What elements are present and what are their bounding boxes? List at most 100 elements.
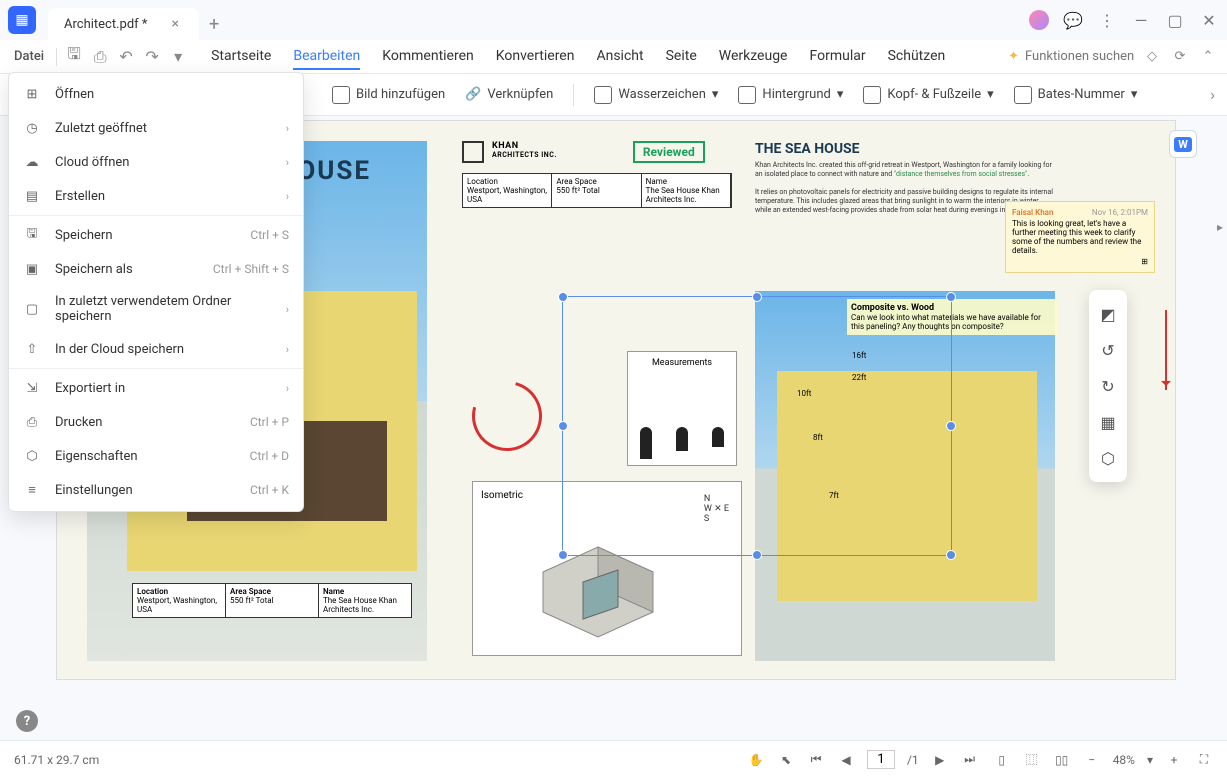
tool-watermark[interactable]: Wasserzeichen▾	[594, 86, 718, 104]
zoom-dropdown-icon[interactable]: ▾	[1147, 753, 1153, 767]
reviewed-badge: Reviewed	[633, 141, 705, 163]
tab-schuetzen[interactable]: Schützen	[888, 44, 946, 70]
menu-recent-folder[interactable]: ▢In zuletzt verwendetem Ordner speichern…	[9, 286, 303, 332]
next-page-icon[interactable]: ▶	[931, 751, 949, 769]
settings-icon: ≡	[23, 481, 41, 499]
view-single-icon[interactable]: ▯	[993, 751, 1011, 769]
tab-werkzeuge[interactable]: Werkzeuge	[719, 44, 788, 70]
menu-save[interactable]: 🖫SpeichernCtrl + S	[9, 218, 303, 252]
handle-mr[interactable]	[946, 421, 956, 431]
annotation-circle	[459, 368, 555, 464]
tab-konvertieren[interactable]: Konvertieren	[496, 44, 575, 70]
avatar-icon[interactable]	[1029, 10, 1049, 30]
image-icon	[332, 86, 350, 104]
menu-save-as[interactable]: ▣Speichern alsCtrl + Shift + S	[9, 252, 303, 286]
minimize-button[interactable]: —	[1131, 10, 1151, 30]
close-icon[interactable]: ×	[172, 16, 179, 32]
replace-image-icon[interactable]: ▦	[1089, 404, 1127, 440]
export-icon: ⇲	[23, 379, 41, 397]
tab-seite[interactable]: Seite	[666, 44, 697, 70]
menu-cloud-save[interactable]: ⇧In der Cloud speichern›	[9, 332, 303, 366]
tool-bates[interactable]: Bates-Nummer▾	[1014, 86, 1138, 104]
menu-open[interactable]: ⊞Öffnen	[9, 77, 303, 111]
add-icon[interactable]: ⊞	[1012, 257, 1148, 266]
separator	[9, 368, 303, 369]
background-icon	[738, 86, 756, 104]
menu-cloud-open[interactable]: ☁Cloud öffnen›	[9, 145, 303, 179]
handle-ml[interactable]	[558, 421, 568, 431]
save-icon[interactable]: 🖫	[63, 46, 85, 68]
tab-startseite[interactable]: Startseite	[211, 44, 271, 70]
tool-add-image[interactable]: Bild hinzufügen	[332, 86, 445, 104]
print-icon[interactable]: ⎙	[89, 46, 111, 68]
last-page-icon[interactable]: ⏭	[961, 751, 979, 769]
page-total: /1	[907, 753, 919, 767]
new-tab-button[interactable]: +	[209, 14, 219, 35]
file-menu-button[interactable]: Datei	[8, 45, 50, 68]
dropdown-icon[interactable]: ▾	[167, 46, 189, 68]
crop-icon[interactable]: ◩	[1089, 296, 1127, 332]
chevron-right-icon: ›	[286, 190, 289, 203]
tab-formular[interactable]: Formular	[810, 44, 866, 70]
tool-header-footer[interactable]: Kopf- & Fußzeile▾	[863, 86, 993, 104]
comment-note[interactable]: Faisal KhanNov 16, 2:01PM This is lookin…	[1005, 201, 1155, 273]
handle-tr[interactable]	[946, 292, 956, 302]
more-tools-icon[interactable]: ›	[1210, 85, 1215, 104]
handle-br[interactable]	[946, 550, 956, 560]
page-input[interactable]	[867, 750, 895, 769]
tool-background[interactable]: Hintergrund▾	[738, 86, 843, 104]
document-tab[interactable]: Architect.pdf * ×	[48, 8, 199, 40]
search-input[interactable]	[1025, 49, 1135, 64]
handle-bl[interactable]	[558, 550, 568, 560]
fullscreen-icon[interactable]: ⛶	[1195, 751, 1213, 769]
export-word-badge[interactable]: W	[1169, 130, 1197, 158]
logo-icon	[462, 141, 484, 163]
folder-icon: ▢	[23, 300, 41, 318]
chevron-down-icon: ▾	[1131, 87, 1138, 102]
sea-house-title: THE SEA HOUSE	[755, 141, 1055, 157]
plus-icon: ⊞	[23, 85, 41, 103]
chat-icon[interactable]: 💬	[1063, 10, 1083, 30]
redo-icon[interactable]: ↷	[141, 46, 163, 68]
maximize-button[interactable]: ▢	[1165, 10, 1185, 30]
tab-bearbeiten[interactable]: Bearbeiten	[293, 44, 360, 70]
undo-icon[interactable]: ↶	[115, 46, 137, 68]
view-continuous-icon[interactable]: ⿲	[1023, 751, 1041, 769]
menu-properties[interactable]: ⬡EigenschaftenCtrl + D	[9, 439, 303, 473]
handle-tm[interactable]	[752, 292, 762, 302]
send-icon[interactable]: ◇	[1141, 46, 1163, 68]
menu-print[interactable]: ⎙DruckenCtrl + P	[9, 405, 303, 439]
help-button[interactable]: ?	[16, 710, 38, 732]
view-facing-icon[interactable]: ▯▯	[1053, 751, 1071, 769]
expand-icon[interactable]: ⌃	[1197, 46, 1219, 68]
tool-link[interactable]: 🔗Verknüpfen	[465, 87, 553, 102]
handle-tl[interactable]	[558, 292, 568, 302]
handle-bm[interactable]	[752, 550, 762, 560]
tab-ansicht[interactable]: Ansicht	[596, 44, 643, 70]
close-button[interactable]: ✕	[1199, 10, 1219, 30]
header-footer-icon	[863, 86, 881, 104]
menu-recent[interactable]: ◷Zuletzt geöffnet›	[9, 111, 303, 145]
cloud-icon[interactable]: ⟳	[1169, 46, 1191, 68]
zoom-in-icon[interactable]: +	[1165, 751, 1183, 769]
cloud-up-icon: ⇧	[23, 340, 41, 358]
select-tool-icon[interactable]: ⬉	[777, 751, 795, 769]
hand-tool-icon[interactable]: ✋	[747, 751, 765, 769]
tab-title: Architect.pdf *	[64, 17, 148, 32]
menu-create[interactable]: ▤Erstellen›	[9, 179, 303, 213]
prev-page-icon[interactable]: ◀	[837, 751, 855, 769]
first-page-icon[interactable]: ⏮	[807, 751, 825, 769]
shape-icon[interactable]: ⬡	[1089, 440, 1127, 476]
save-as-icon: ▣	[23, 260, 41, 278]
selection-box[interactable]	[562, 296, 952, 556]
rotate-right-icon[interactable]: ↻	[1089, 368, 1127, 404]
more-icon[interactable]: ⋮	[1097, 10, 1117, 30]
menu-settings[interactable]: ≡EinstellungenCtrl + K	[9, 473, 303, 507]
app-icon: ▦	[8, 6, 36, 34]
menu-export[interactable]: ⇲Exportiert in›	[9, 371, 303, 405]
chevron-right-icon: ›	[286, 303, 289, 316]
zoom-out-icon[interactable]: −	[1083, 751, 1101, 769]
side-panel-toggle[interactable]: ▸	[1217, 220, 1223, 234]
tab-kommentieren[interactable]: Kommentieren	[382, 44, 473, 70]
rotate-left-icon[interactable]: ↺	[1089, 332, 1127, 368]
